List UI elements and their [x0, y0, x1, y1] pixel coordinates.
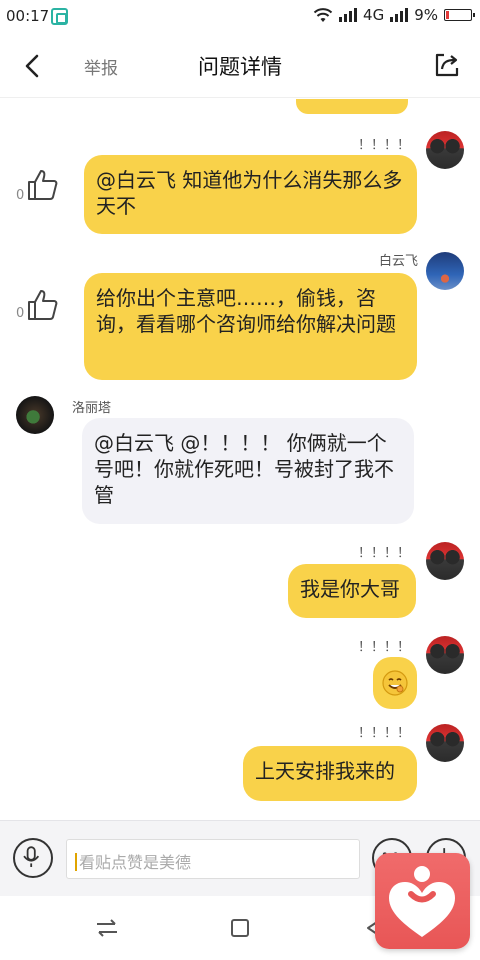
- avatar[interactable]: [426, 542, 464, 580]
- text-caret: [75, 853, 77, 871]
- sender-name: ！！！！: [357, 726, 410, 741]
- message-bubble[interactable]: 上天安排我来的: [243, 746, 417, 801]
- comment-input[interactable]: 看贴点赞是美德: [66, 839, 360, 879]
- thumbs-up-icon[interactable]: [25, 287, 61, 323]
- message-bubble[interactable]: @白云飞 知道他为什么消失那么多天不: [84, 155, 417, 234]
- message-bubble[interactable]: 给你出个主意吧……，偷钱，咨询，看看哪个咨询师给你解决问题: [84, 273, 417, 380]
- like-count: 0: [16, 306, 25, 321]
- avatar[interactable]: [426, 724, 464, 762]
- share-icon[interactable]: [432, 50, 462, 80]
- page-title: 问题详情: [198, 55, 282, 79]
- sender-name: ！！！！: [357, 138, 410, 153]
- sender-name: ！！！！: [357, 640, 410, 655]
- status-time: 00:17: [6, 7, 50, 25]
- avatar[interactable]: [426, 131, 464, 169]
- heart-app-icon: [389, 866, 455, 937]
- status-bar: 00:17 4G 9%: [0, 0, 480, 32]
- battery-percent: 9%: [414, 6, 438, 24]
- floating-app-button[interactable]: [375, 853, 470, 949]
- previous-message-bubble: [296, 99, 408, 114]
- avatar[interactable]: [426, 252, 464, 290]
- avatar[interactable]: [16, 396, 54, 434]
- signal-icon: [339, 8, 358, 22]
- like-count: 0: [16, 188, 25, 203]
- sender-name: ！！！！: [357, 546, 410, 561]
- scan-icon: [51, 8, 68, 25]
- battery-icon: [444, 9, 475, 21]
- avatar[interactable]: [426, 636, 464, 674]
- signal-icon-2: [390, 8, 409, 22]
- wifi-icon: [313, 8, 333, 22]
- chat-area[interactable]: ！！！！ @白云飞 知道他为什么消失那么多天不 0 白云飞 给你出个主意吧……，…: [0, 99, 480, 820]
- network-type: 4G: [363, 6, 385, 24]
- switch-icon[interactable]: [93, 914, 121, 942]
- comment-input-placeholder: 看贴点赞是美德: [79, 853, 192, 872]
- message-bubble[interactable]: @白云飞 @！！！！ 你俩就一个号吧！你就作死吧！号被封了我不管: [82, 418, 414, 524]
- message-bubble[interactable]: 我是你大哥: [288, 564, 416, 618]
- microphone-icon: [23, 846, 40, 867]
- grinning-face-icon: [382, 670, 408, 696]
- header: 举报 问题详情: [0, 32, 480, 98]
- thumbs-up-icon[interactable]: [25, 167, 61, 203]
- square-icon[interactable]: [226, 914, 254, 942]
- status-indicators: 4G 9%: [313, 6, 475, 24]
- voice-button[interactable]: [13, 838, 53, 878]
- message-bubble[interactable]: [373, 657, 417, 709]
- sender-name: 白云飞: [378, 254, 418, 269]
- sender-name: 洛丽塔: [72, 401, 112, 416]
